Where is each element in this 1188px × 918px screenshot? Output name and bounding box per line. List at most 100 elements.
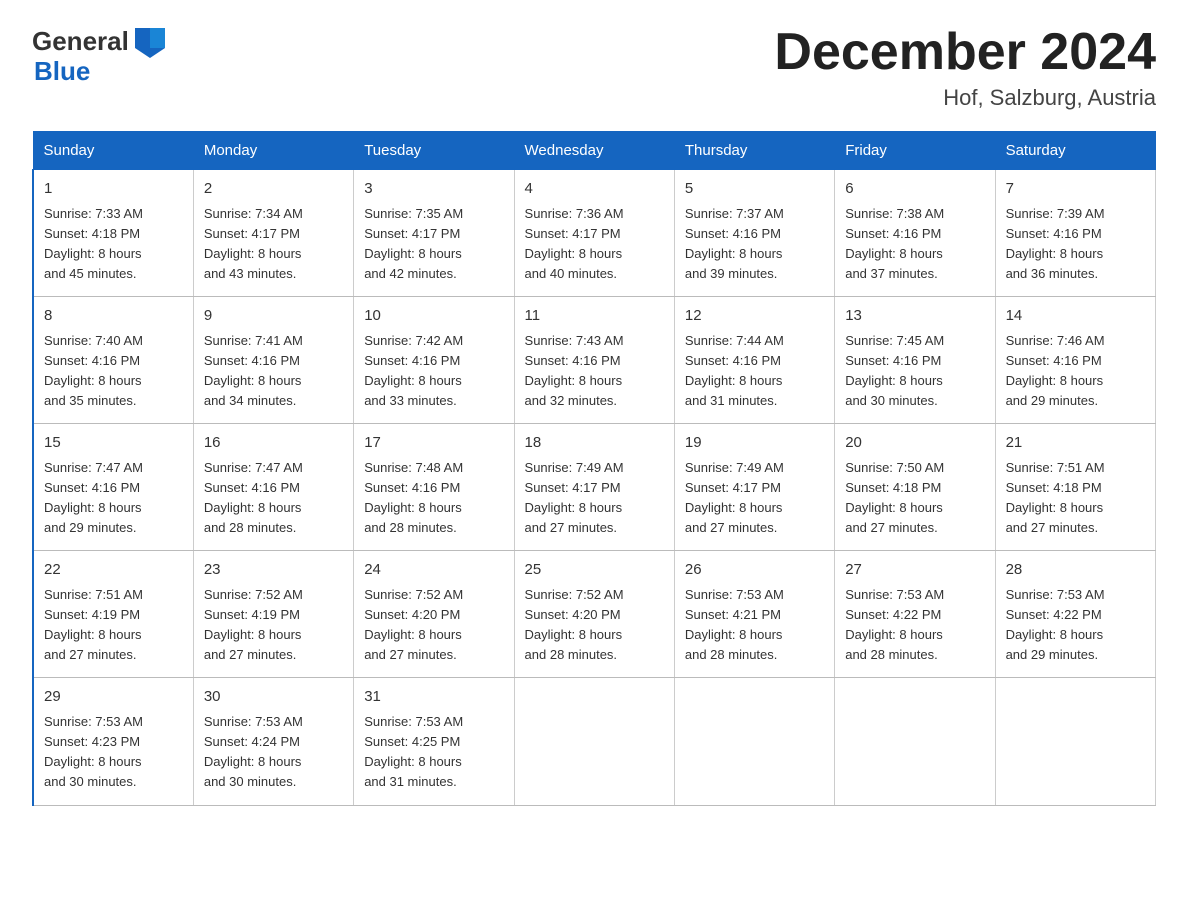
calendar-cell: 2 Sunrise: 7:34 AMSunset: 4:17 PMDaylight… [193, 170, 353, 297]
calendar-cell: 23 Sunrise: 7:52 AMSunset: 4:19 PMDayligh… [193, 551, 353, 678]
day-number: 15 [44, 432, 183, 455]
day-number: 18 [525, 432, 664, 455]
calendar-cell: 10 Sunrise: 7:42 AMSunset: 4:16 PMDayligh… [354, 297, 514, 424]
day-info: Sunrise: 7:52 AMSunset: 4:20 PMDaylight:… [364, 585, 503, 666]
day-info: Sunrise: 7:52 AMSunset: 4:19 PMDaylight:… [204, 585, 343, 666]
calendar-cell: 7 Sunrise: 7:39 AMSunset: 4:16 PMDaylight… [995, 170, 1155, 297]
title-section: December 2024 Hof, Salzburg, Austria [774, 24, 1156, 111]
day-info: Sunrise: 7:49 AMSunset: 4:17 PMDaylight:… [685, 458, 824, 539]
calendar-cell: 8 Sunrise: 7:40 AMSunset: 4:16 PMDaylight… [33, 297, 193, 424]
calendar-cell: 11 Sunrise: 7:43 AMSunset: 4:16 PMDayligh… [514, 297, 674, 424]
calendar-cell [514, 678, 674, 805]
calendar-cell: 9 Sunrise: 7:41 AMSunset: 4:16 PMDaylight… [193, 297, 353, 424]
day-number: 12 [685, 305, 824, 328]
day-info: Sunrise: 7:34 AMSunset: 4:17 PMDaylight:… [204, 204, 343, 285]
calendar-week-row: 15 Sunrise: 7:47 AMSunset: 4:16 PMDayligh… [33, 424, 1156, 551]
calendar-cell: 22 Sunrise: 7:51 AMSunset: 4:19 PMDayligh… [33, 551, 193, 678]
day-number: 26 [685, 559, 824, 582]
day-number: 31 [364, 686, 503, 709]
day-number: 16 [204, 432, 343, 455]
header-thursday: Thursday [674, 132, 834, 170]
day-number: 9 [204, 305, 343, 328]
calendar-table: SundayMondayTuesdayWednesdayThursdayFrid… [32, 131, 1156, 805]
header-wednesday: Wednesday [514, 132, 674, 170]
calendar-cell: 26 Sunrise: 7:53 AMSunset: 4:21 PMDayligh… [674, 551, 834, 678]
calendar-cell: 21Sunrise: 7:51 AMSunset: 4:18 PMDayligh… [995, 424, 1155, 551]
day-info: Sunrise: 7:37 AMSunset: 4:16 PMDaylight:… [685, 204, 824, 285]
day-info: Sunrise: 7:45 AMSunset: 4:16 PMDaylight:… [845, 331, 984, 412]
day-info: Sunrise: 7:33 AMSunset: 4:18 PMDaylight:… [44, 204, 183, 285]
header-sunday: Sunday [33, 132, 193, 170]
day-info: Sunrise: 7:53 AMSunset: 4:25 PMDaylight:… [364, 712, 503, 793]
calendar-cell: 20 Sunrise: 7:50 AMSunset: 4:18 PMDayligh… [835, 424, 995, 551]
day-number: 22 [44, 559, 183, 582]
calendar-cell: 1 Sunrise: 7:33 AMSunset: 4:18 PMDaylight… [33, 170, 193, 297]
page-subtitle: Hof, Salzburg, Austria [774, 85, 1156, 111]
day-info: Sunrise: 7:46 AMSunset: 4:16 PMDaylight:… [1006, 331, 1145, 412]
calendar-cell: 6 Sunrise: 7:38 AMSunset: 4:16 PMDaylight… [835, 170, 995, 297]
calendar-cell: 31 Sunrise: 7:53 AMSunset: 4:25 PMDayligh… [354, 678, 514, 805]
day-number: 8 [44, 305, 183, 328]
calendar-cell: 18 Sunrise: 7:49 AMSunset: 4:17 PMDayligh… [514, 424, 674, 551]
calendar-week-row: 22 Sunrise: 7:51 AMSunset: 4:19 PMDayligh… [33, 551, 1156, 678]
day-number: 19 [685, 432, 824, 455]
calendar-cell: 27Sunrise: 7:53 AMSunset: 4:22 PMDayligh… [835, 551, 995, 678]
day-info: Sunrise: 7:38 AMSunset: 4:16 PMDaylight:… [845, 204, 984, 285]
calendar-header-row: SundayMondayTuesdayWednesdayThursdayFrid… [33, 132, 1156, 170]
logo-general-text: General [32, 26, 129, 57]
calendar-cell [835, 678, 995, 805]
day-info: Sunrise: 7:49 AMSunset: 4:17 PMDaylight:… [525, 458, 664, 539]
day-number: 10 [364, 305, 503, 328]
calendar-week-row: 8 Sunrise: 7:40 AMSunset: 4:16 PMDaylight… [33, 297, 1156, 424]
day-info: Sunrise: 7:39 AMSunset: 4:16 PMDaylight:… [1006, 204, 1145, 285]
calendar-cell: 14Sunrise: 7:46 AMSunset: 4:16 PMDayligh… [995, 297, 1155, 424]
day-number: 11 [525, 305, 664, 328]
logo: General Blue [32, 24, 169, 87]
calendar-cell: 28Sunrise: 7:53 AMSunset: 4:22 PMDayligh… [995, 551, 1155, 678]
day-number: 25 [525, 559, 664, 582]
day-info: Sunrise: 7:50 AMSunset: 4:18 PMDaylight:… [845, 458, 984, 539]
day-number: 3 [364, 178, 503, 201]
logo-icon [131, 20, 169, 58]
calendar-cell: 3 Sunrise: 7:35 AMSunset: 4:17 PMDaylight… [354, 170, 514, 297]
day-number: 1 [44, 178, 183, 201]
calendar-cell: 19 Sunrise: 7:49 AMSunset: 4:17 PMDayligh… [674, 424, 834, 551]
day-info: Sunrise: 7:51 AMSunset: 4:19 PMDaylight:… [44, 585, 183, 666]
day-number: 29 [44, 686, 183, 709]
calendar-cell: 30Sunrise: 7:53 AMSunset: 4:24 PMDayligh… [193, 678, 353, 805]
day-info: Sunrise: 7:40 AMSunset: 4:16 PMDaylight:… [44, 331, 183, 412]
header-monday: Monday [193, 132, 353, 170]
day-info: Sunrise: 7:47 AMSunset: 4:16 PMDaylight:… [204, 458, 343, 539]
calendar-cell [995, 678, 1155, 805]
day-info: Sunrise: 7:35 AMSunset: 4:17 PMDaylight:… [364, 204, 503, 285]
day-number: 6 [845, 178, 984, 201]
day-info: Sunrise: 7:36 AMSunset: 4:17 PMDaylight:… [525, 204, 664, 285]
day-number: 27 [845, 559, 984, 582]
day-info: Sunrise: 7:43 AMSunset: 4:16 PMDaylight:… [525, 331, 664, 412]
calendar-cell: 24Sunrise: 7:52 AMSunset: 4:20 PMDayligh… [354, 551, 514, 678]
day-info: Sunrise: 7:53 AMSunset: 4:22 PMDaylight:… [1006, 585, 1145, 666]
day-number: 20 [845, 432, 984, 455]
page-title: December 2024 [774, 24, 1156, 81]
calendar-week-row: 1 Sunrise: 7:33 AMSunset: 4:18 PMDaylight… [33, 170, 1156, 297]
calendar-cell: 12Sunrise: 7:44 AMSunset: 4:16 PMDayligh… [674, 297, 834, 424]
logo-blue-text: Blue [34, 56, 90, 86]
page-header: General Blue December 2024 Hof, Salzburg… [32, 24, 1156, 111]
day-number: 5 [685, 178, 824, 201]
day-info: Sunrise: 7:41 AMSunset: 4:16 PMDaylight:… [204, 331, 343, 412]
calendar-cell: 25Sunrise: 7:52 AMSunset: 4:20 PMDayligh… [514, 551, 674, 678]
day-info: Sunrise: 7:42 AMSunset: 4:16 PMDaylight:… [364, 331, 503, 412]
day-number: 13 [845, 305, 984, 328]
day-number: 7 [1006, 178, 1145, 201]
calendar-cell: 16 Sunrise: 7:47 AMSunset: 4:16 PMDayligh… [193, 424, 353, 551]
calendar-cell: 5 Sunrise: 7:37 AMSunset: 4:16 PMDaylight… [674, 170, 834, 297]
calendar-cell [674, 678, 834, 805]
calendar-cell: 15Sunrise: 7:47 AMSunset: 4:16 PMDayligh… [33, 424, 193, 551]
day-number: 2 [204, 178, 343, 201]
day-info: Sunrise: 7:53 AMSunset: 4:21 PMDaylight:… [685, 585, 824, 666]
calendar-cell: 29Sunrise: 7:53 AMSunset: 4:23 PMDayligh… [33, 678, 193, 805]
day-number: 23 [204, 559, 343, 582]
calendar-cell: 4Sunrise: 7:36 AMSunset: 4:17 PMDaylight… [514, 170, 674, 297]
day-info: Sunrise: 7:51 AMSunset: 4:18 PMDaylight:… [1006, 458, 1145, 539]
header-saturday: Saturday [995, 132, 1155, 170]
